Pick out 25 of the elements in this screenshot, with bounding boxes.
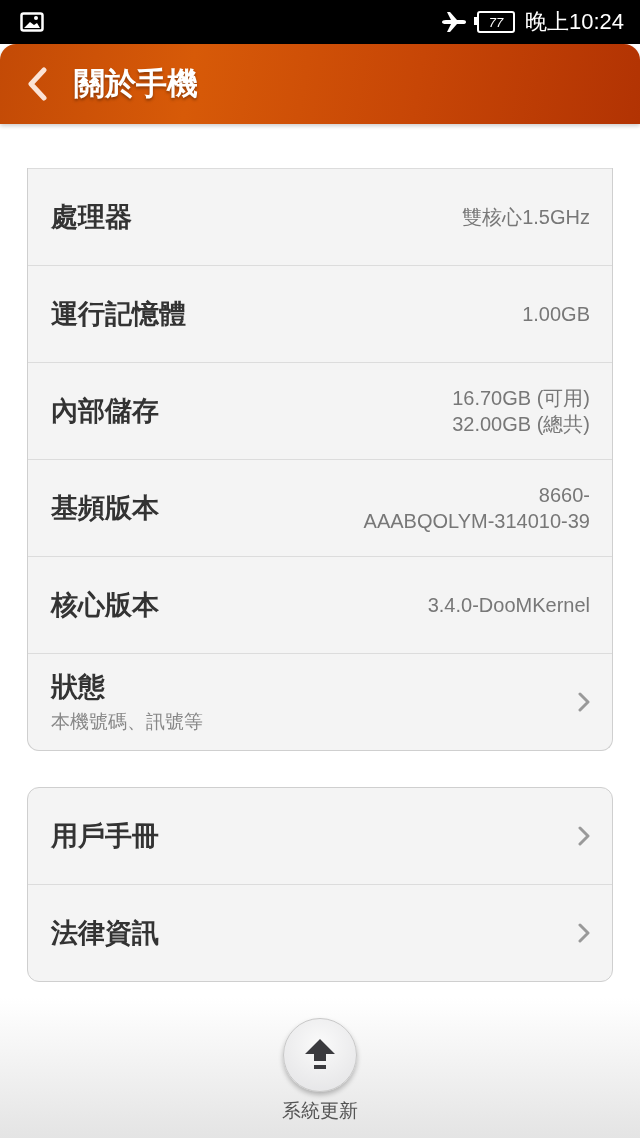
row-value: 雙核心1.5GHz <box>462 205 590 230</box>
row-label: 法律資訊 <box>51 916 159 950</box>
page-title: 關於手機 <box>74 64 198 103</box>
row-value: 8660- AAABQOLYM-314010-39 <box>363 483 590 534</box>
clock-time: 晚上10:24 <box>524 8 624 36</box>
row-label: 用戶手冊 <box>51 819 159 853</box>
update-button[interactable] <box>283 1018 357 1092</box>
back-icon[interactable] <box>26 67 48 101</box>
row-value: 16.70GB (可用) 32.00GB (總共) <box>452 386 590 437</box>
row-value: 1.00GB <box>522 302 590 327</box>
picture-icon <box>20 12 44 32</box>
airplane-icon <box>440 11 467 33</box>
row-label: 運行記憶體 <box>51 297 186 331</box>
chevron-icon[interactable] <box>578 923 590 943</box>
row-value: 3.4.0-DooMKernel <box>427 593 590 618</box>
battery-icon: 77 <box>476 11 515 33</box>
row-label: 基頻版本 <box>51 491 159 525</box>
row-label: 處理器 <box>51 200 132 234</box>
chevron-icon[interactable] <box>578 826 590 846</box>
row-subtitle: 本機號碼、訊號等 <box>51 709 203 734</box>
row-label: 內部儲存 <box>51 394 159 428</box>
row-label: 狀態 <box>51 670 106 704</box>
chevron-icon[interactable] <box>578 692 590 712</box>
update-label: 系統更新 <box>282 1098 358 1123</box>
row-label: 核心版本 <box>51 588 159 622</box>
